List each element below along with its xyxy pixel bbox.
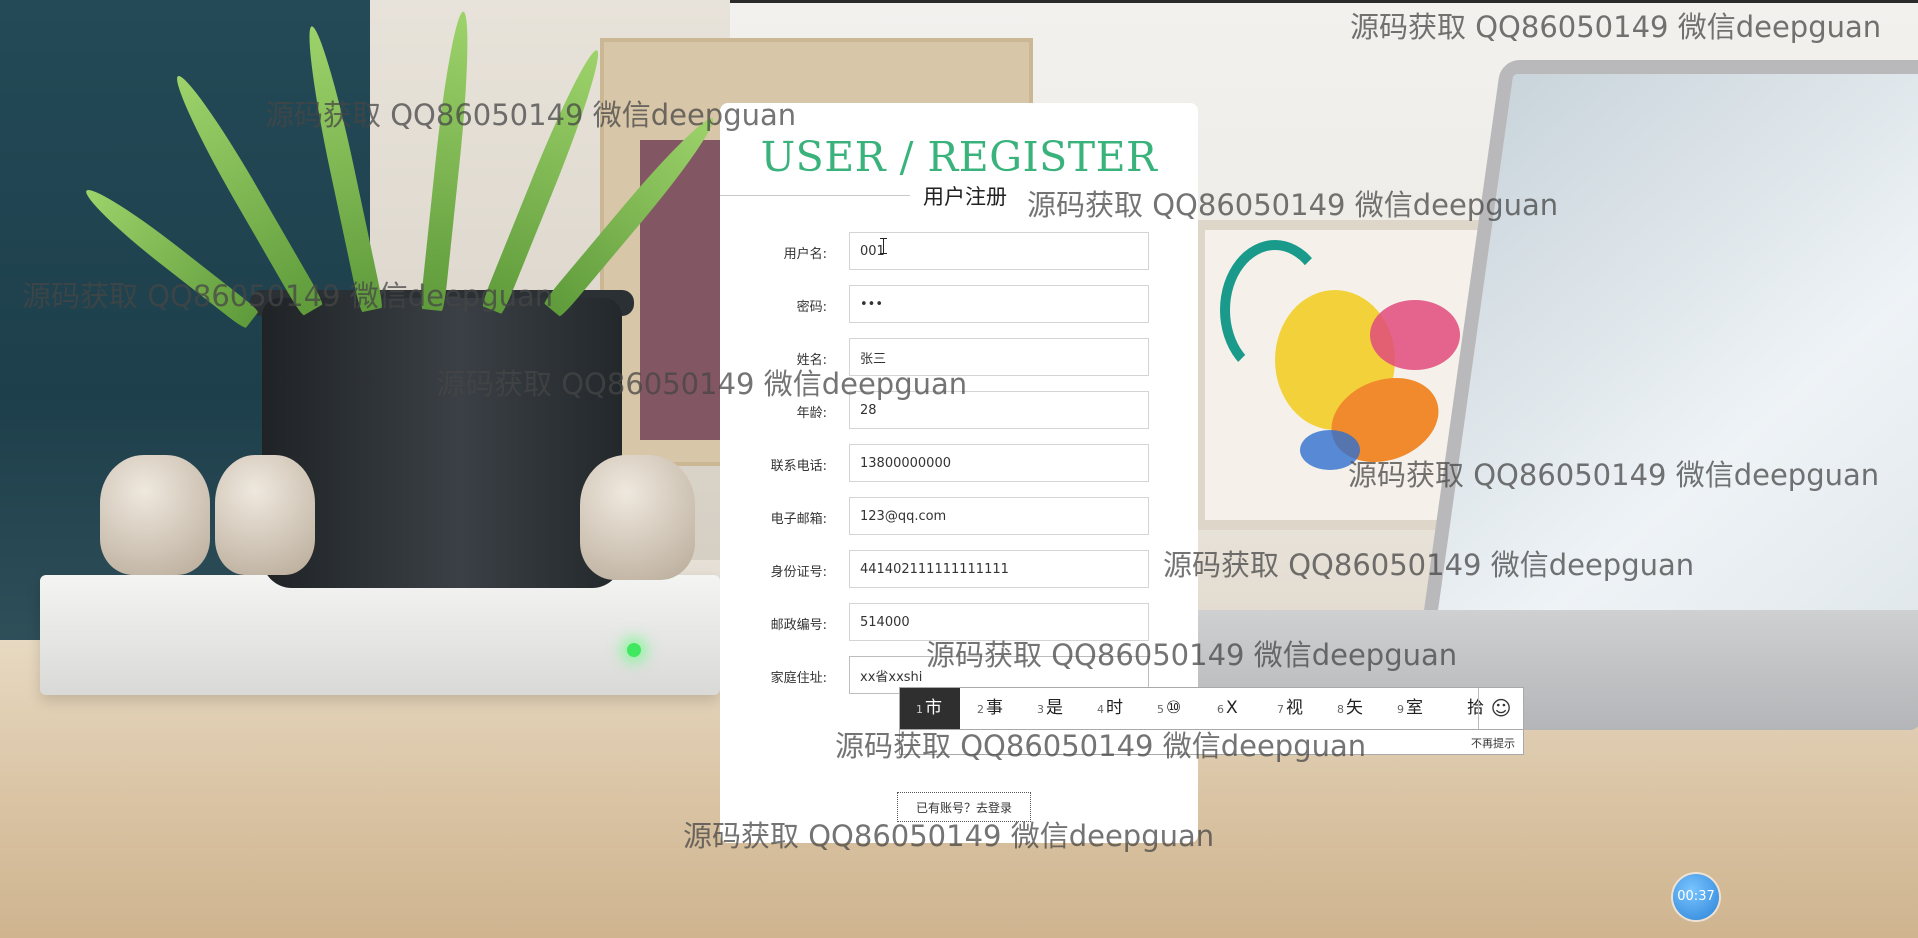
ime-candidate-number: 4 — [1097, 703, 1104, 716]
smiley-icon[interactable]: ☺ — [1478, 688, 1523, 729]
ime-candidate-number: 3 — [1037, 703, 1044, 716]
password-label: 密码: — [796, 300, 827, 315]
ime-candidate-text: 时 — [1106, 698, 1123, 718]
ime-candidate-5[interactable]: 5⑩ — [1157, 688, 1181, 729]
artwork-shape — [1300, 430, 1360, 470]
subtitle-divider — [720, 195, 910, 196]
go-login-link[interactable]: 已有账号？去登录 — [897, 792, 1031, 822]
ime-candidate-number: 8 — [1337, 703, 1344, 716]
form-row-email: 电子邮箱: — [720, 497, 1198, 537]
ime-candidate-3[interactable]: 3是 — [1037, 688, 1063, 729]
form-row-name: 姓名: — [720, 338, 1198, 378]
id-number-label: 身份证号: — [770, 565, 827, 580]
laptop-screen — [1418, 60, 1918, 648]
ime-candidate-window: 1市 2事 3是 4时 5⑩ 6X 7视 8矢 9室 拾 ☺ 不再提示 — [899, 687, 1524, 757]
phone-label: 联系电话: — [770, 459, 827, 474]
password-input[interactable] — [849, 285, 1149, 323]
ime-candidate-text: ⑩ — [1166, 698, 1182, 718]
ime-candidate-number: 5 — [1157, 703, 1164, 716]
ime-candidate-text: 是 — [1046, 698, 1063, 718]
artwork-shape — [1370, 300, 1460, 370]
ime-dismiss-tip-link[interactable]: 不再提示 — [1471, 735, 1515, 751]
age-input[interactable] — [849, 391, 1149, 429]
form-row-id-number: 身份证号: — [720, 550, 1198, 590]
ime-candidate-text: 视 — [1286, 698, 1303, 718]
form-row-phone: 联系电话: — [720, 444, 1198, 484]
page-subtitle: 用户注册 — [910, 181, 1020, 211]
email-input[interactable] — [849, 497, 1149, 535]
ime-candidate-number: 7 — [1277, 703, 1284, 716]
form-row-password: 密码: — [720, 285, 1198, 325]
page-title: USER / REGISTER — [760, 133, 1158, 181]
ime-candidate-text: 室 — [1406, 698, 1423, 718]
ime-candidate-number: 1 — [916, 703, 923, 716]
recording-timer[interactable]: 00:37 — [1673, 874, 1719, 920]
form-row-postcode: 邮政编号: — [720, 603, 1198, 643]
ime-candidate-text: 矢 — [1346, 698, 1363, 718]
ime-candidate-text: 事 — [986, 698, 1003, 718]
ime-candidate-1[interactable]: 1市 — [900, 688, 960, 729]
username-label: 用户名: — [783, 247, 827, 262]
figurine — [100, 455, 210, 575]
id-number-input[interactable] — [849, 550, 1149, 588]
ime-candidate-4[interactable]: 4时 — [1097, 688, 1123, 729]
username-input[interactable] — [849, 232, 1149, 270]
router-led — [627, 643, 641, 657]
name-label: 姓名: — [796, 353, 827, 368]
address-label: 家庭住址: — [770, 671, 827, 686]
phone-input[interactable] — [849, 444, 1149, 482]
figurine — [215, 455, 315, 575]
ime-candidate-number: 9 — [1397, 703, 1404, 716]
email-label: 电子邮箱: — [770, 512, 827, 527]
ime-candidate-7[interactable]: 7视 — [1277, 688, 1303, 729]
ime-candidate-number: 6 — [1217, 703, 1224, 716]
router — [40, 575, 720, 695]
ime-candidate-9[interactable]: 9室 — [1397, 688, 1423, 729]
postcode-input[interactable] — [849, 603, 1149, 641]
postcode-label: 邮政编号: — [770, 618, 827, 633]
name-input[interactable] — [849, 338, 1149, 376]
ime-candidate-8[interactable]: 8矢 — [1337, 688, 1363, 729]
figurine — [580, 455, 695, 580]
ime-candidate-text: 市 — [925, 698, 942, 718]
ime-candidate-bar: 1市 2事 3是 4时 5⑩ 6X 7视 8矢 9室 拾 ☺ — [899, 687, 1524, 730]
plant-pot — [262, 298, 622, 588]
ime-candidate-6[interactable]: 6X — [1217, 688, 1238, 729]
ime-candidate-2[interactable]: 2事 — [977, 688, 1003, 729]
ime-candidate-number: 2 — [977, 703, 984, 716]
form-row-username: 用户名: — [720, 232, 1198, 272]
ime-candidate-text: X — [1226, 698, 1238, 718]
ime-tip-bar: 不再提示 — [899, 730, 1524, 755]
form-row-age: 年龄: — [720, 391, 1198, 431]
text-cursor-icon — [880, 238, 887, 254]
age-label: 年龄: — [796, 406, 827, 421]
